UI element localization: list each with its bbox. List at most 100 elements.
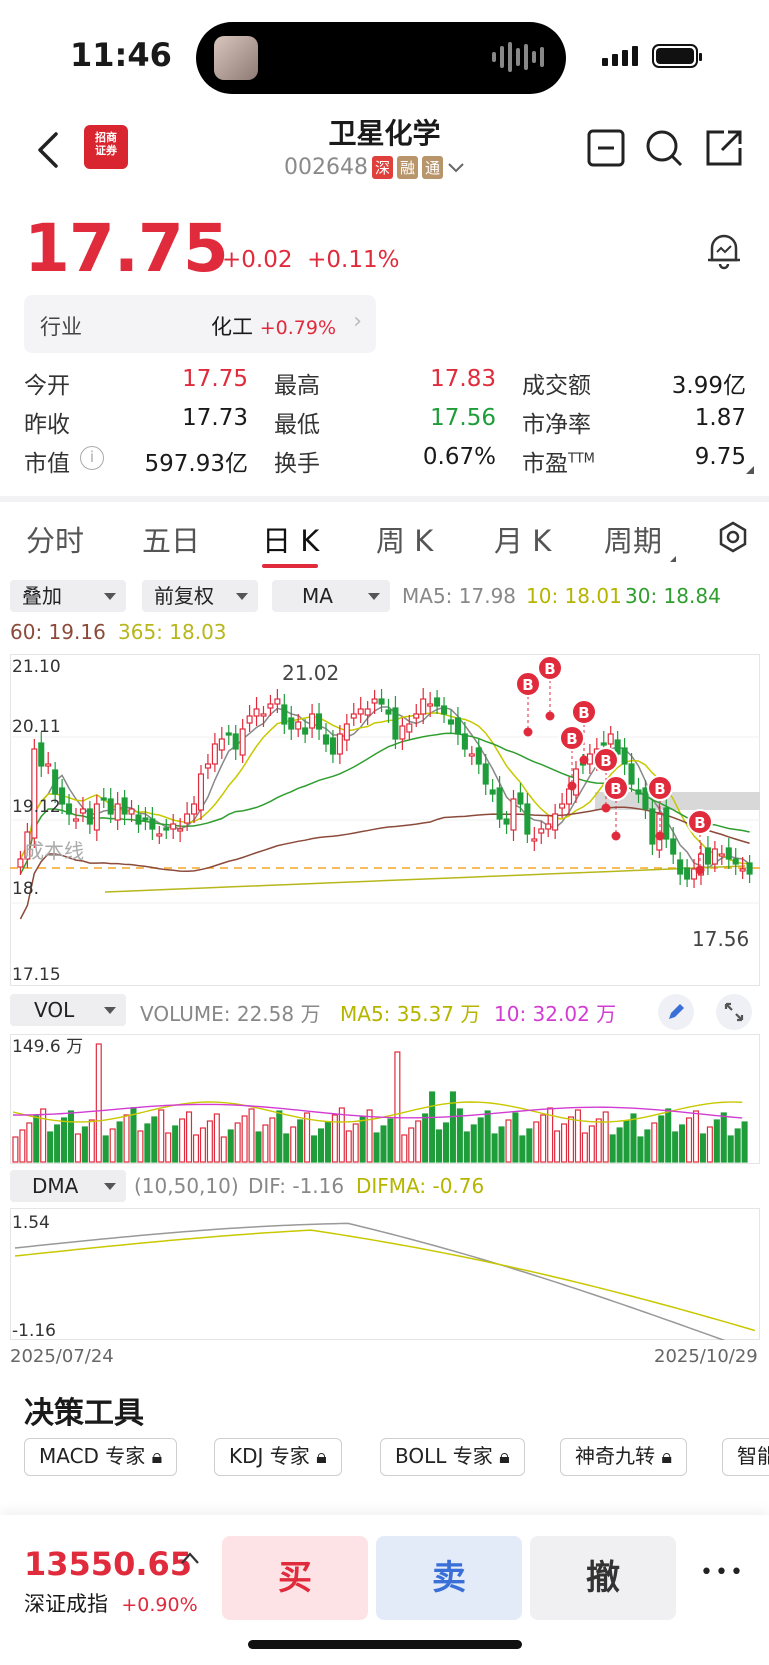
- volume-bar: [304, 1112, 311, 1163]
- volume-bar: [588, 1125, 595, 1163]
- volume-ma5: MA5: 35.37 万: [340, 1002, 481, 1026]
- tool-smart[interactable]: 智能: [722, 1438, 769, 1476]
- volume-bar: [602, 1111, 609, 1163]
- info-icon[interactable]: i: [80, 446, 104, 470]
- date-end: 2025/10/29: [654, 1346, 758, 1367]
- signal-icon: [602, 46, 638, 66]
- volume-bar: [727, 1135, 734, 1163]
- sell-button[interactable]: 卖: [376, 1536, 522, 1620]
- tab-intraday[interactable]: 分时: [26, 518, 84, 560]
- tool-kdj[interactable]: KDJ 专家 🔒︎: [214, 1438, 342, 1476]
- buy-marker-label: B: [610, 780, 621, 798]
- industry-row[interactable]: 行业 化工 +0.79% ›: [24, 295, 376, 353]
- volume-bar: [338, 1107, 345, 1163]
- candle-body: [420, 698, 427, 715]
- industry-name: 化工: [211, 315, 254, 339]
- indicator-select[interactable]: MA: [272, 580, 390, 612]
- overlay-select[interactable]: 叠加: [10, 580, 126, 612]
- lock-icon: 🔒︎: [151, 1444, 163, 1468]
- share-icon[interactable]: [704, 128, 744, 168]
- volume-bar: [526, 1128, 533, 1163]
- volume-bar: [192, 1134, 200, 1163]
- lock-icon: 🔒︎: [316, 1444, 327, 1468]
- volume-bar: [651, 1122, 658, 1163]
- candle-body: [739, 868, 746, 872]
- volume-bar: [484, 1110, 491, 1163]
- ma5-line: [19, 706, 751, 869]
- candle-body: [725, 847, 732, 860]
- candle-body: [288, 717, 295, 730]
- ma30-legend: 30: 18.84: [625, 584, 721, 608]
- cancel-button[interactable]: 撤: [530, 1536, 676, 1620]
- volume-bar: [720, 1112, 727, 1163]
- volume-bar: [137, 1130, 144, 1163]
- price-alert-icon[interactable]: [704, 230, 744, 270]
- tab-five-day[interactable]: 五日: [142, 518, 200, 560]
- y-label-2: 20.11: [12, 717, 61, 737]
- volume-bar: [40, 1108, 47, 1163]
- stock-code-row[interactable]: 002648 深 融 通: [284, 155, 465, 180]
- edit-icon[interactable]: [658, 994, 694, 1030]
- candle-body: [732, 858, 739, 865]
- candle-body: [225, 732, 232, 736]
- tab-monthly-k[interactable]: 月 K: [494, 518, 551, 560]
- volume-bar: [33, 1115, 40, 1163]
- index-info: 深证成指 +0.90%: [24, 1588, 198, 1618]
- candle-body: [378, 698, 385, 705]
- more-icon[interactable]: •••: [700, 1560, 745, 1585]
- volume-bar: [463, 1131, 470, 1163]
- kline-chart[interactable]: BBBBBB BB 21.10 20.11 19.12 18. 17.15 成本线…: [10, 654, 760, 986]
- industry-pct: +0.79%: [259, 317, 336, 339]
- candle-body: [253, 708, 260, 717]
- industry-label: 行业: [40, 315, 82, 339]
- tool-macd[interactable]: MACD 专家 🔒︎: [24, 1438, 178, 1476]
- index-value[interactable]: 13550.65: [24, 1545, 192, 1583]
- volume-bar: [734, 1128, 741, 1163]
- adjust-select[interactable]: 前复权: [142, 580, 258, 612]
- fullscreen-icon[interactable]: [716, 994, 752, 1030]
- volume-bar: [26, 1122, 33, 1163]
- buy-button[interactable]: 买: [222, 1536, 368, 1620]
- tab-daily-k[interactable]: 日 K: [262, 518, 319, 560]
- amount-value: 3.99亿: [671, 373, 746, 399]
- candle-body: [607, 733, 614, 745]
- dma-select[interactable]: DMA: [10, 1170, 126, 1202]
- candle-body: [649, 808, 656, 845]
- volume-bar: [227, 1129, 234, 1163]
- volume-bar: [401, 1134, 408, 1163]
- volume-bar: [574, 1109, 581, 1163]
- chart-settings-icon[interactable]: [716, 520, 750, 558]
- search-icon[interactable]: [644, 128, 684, 168]
- volume-bar: [47, 1131, 54, 1163]
- tool-boll[interactable]: BOLL 专家 🔒︎: [380, 1438, 525, 1476]
- dif-line: [14, 1222, 726, 1340]
- open-label: 今开: [24, 373, 70, 399]
- tool-magic-nine[interactable]: 神奇九转 🔒︎: [560, 1438, 687, 1476]
- candle-body: [406, 723, 413, 733]
- candle-body: [79, 808, 86, 814]
- candle-body: [684, 867, 691, 880]
- remove-watchlist-icon[interactable]: [586, 128, 626, 168]
- volume-bar: [102, 1135, 109, 1163]
- candle-body: [86, 808, 93, 825]
- candle-body: [17, 858, 24, 868]
- pb-label: 市净率: [522, 412, 591, 438]
- candle-body: [545, 823, 552, 830]
- tools-title: 决策工具: [24, 1396, 144, 1431]
- chevron-up-icon[interactable]: [180, 1550, 200, 1569]
- expand-corner-icon[interactable]: [746, 466, 754, 474]
- chevron-down-icon: [448, 162, 464, 172]
- tool-boll-label: BOLL 专家: [395, 1444, 493, 1468]
- candle-body: [524, 803, 531, 835]
- buy-marker-dot: [523, 727, 533, 737]
- candle-body: [156, 833, 163, 837]
- turnover-value: 0.67%: [422, 444, 496, 470]
- candle-body: [566, 788, 573, 805]
- volume-bar: [81, 1126, 88, 1163]
- tab-period[interactable]: 周期: [604, 518, 662, 560]
- buy-marker-label: B: [694, 814, 705, 832]
- volume-select[interactable]: VOL: [10, 994, 126, 1026]
- tab-weekly-k[interactable]: 周 K: [376, 518, 433, 560]
- tool-magic-nine-label: 神奇九转: [575, 1444, 655, 1468]
- candle-body: [260, 713, 267, 717]
